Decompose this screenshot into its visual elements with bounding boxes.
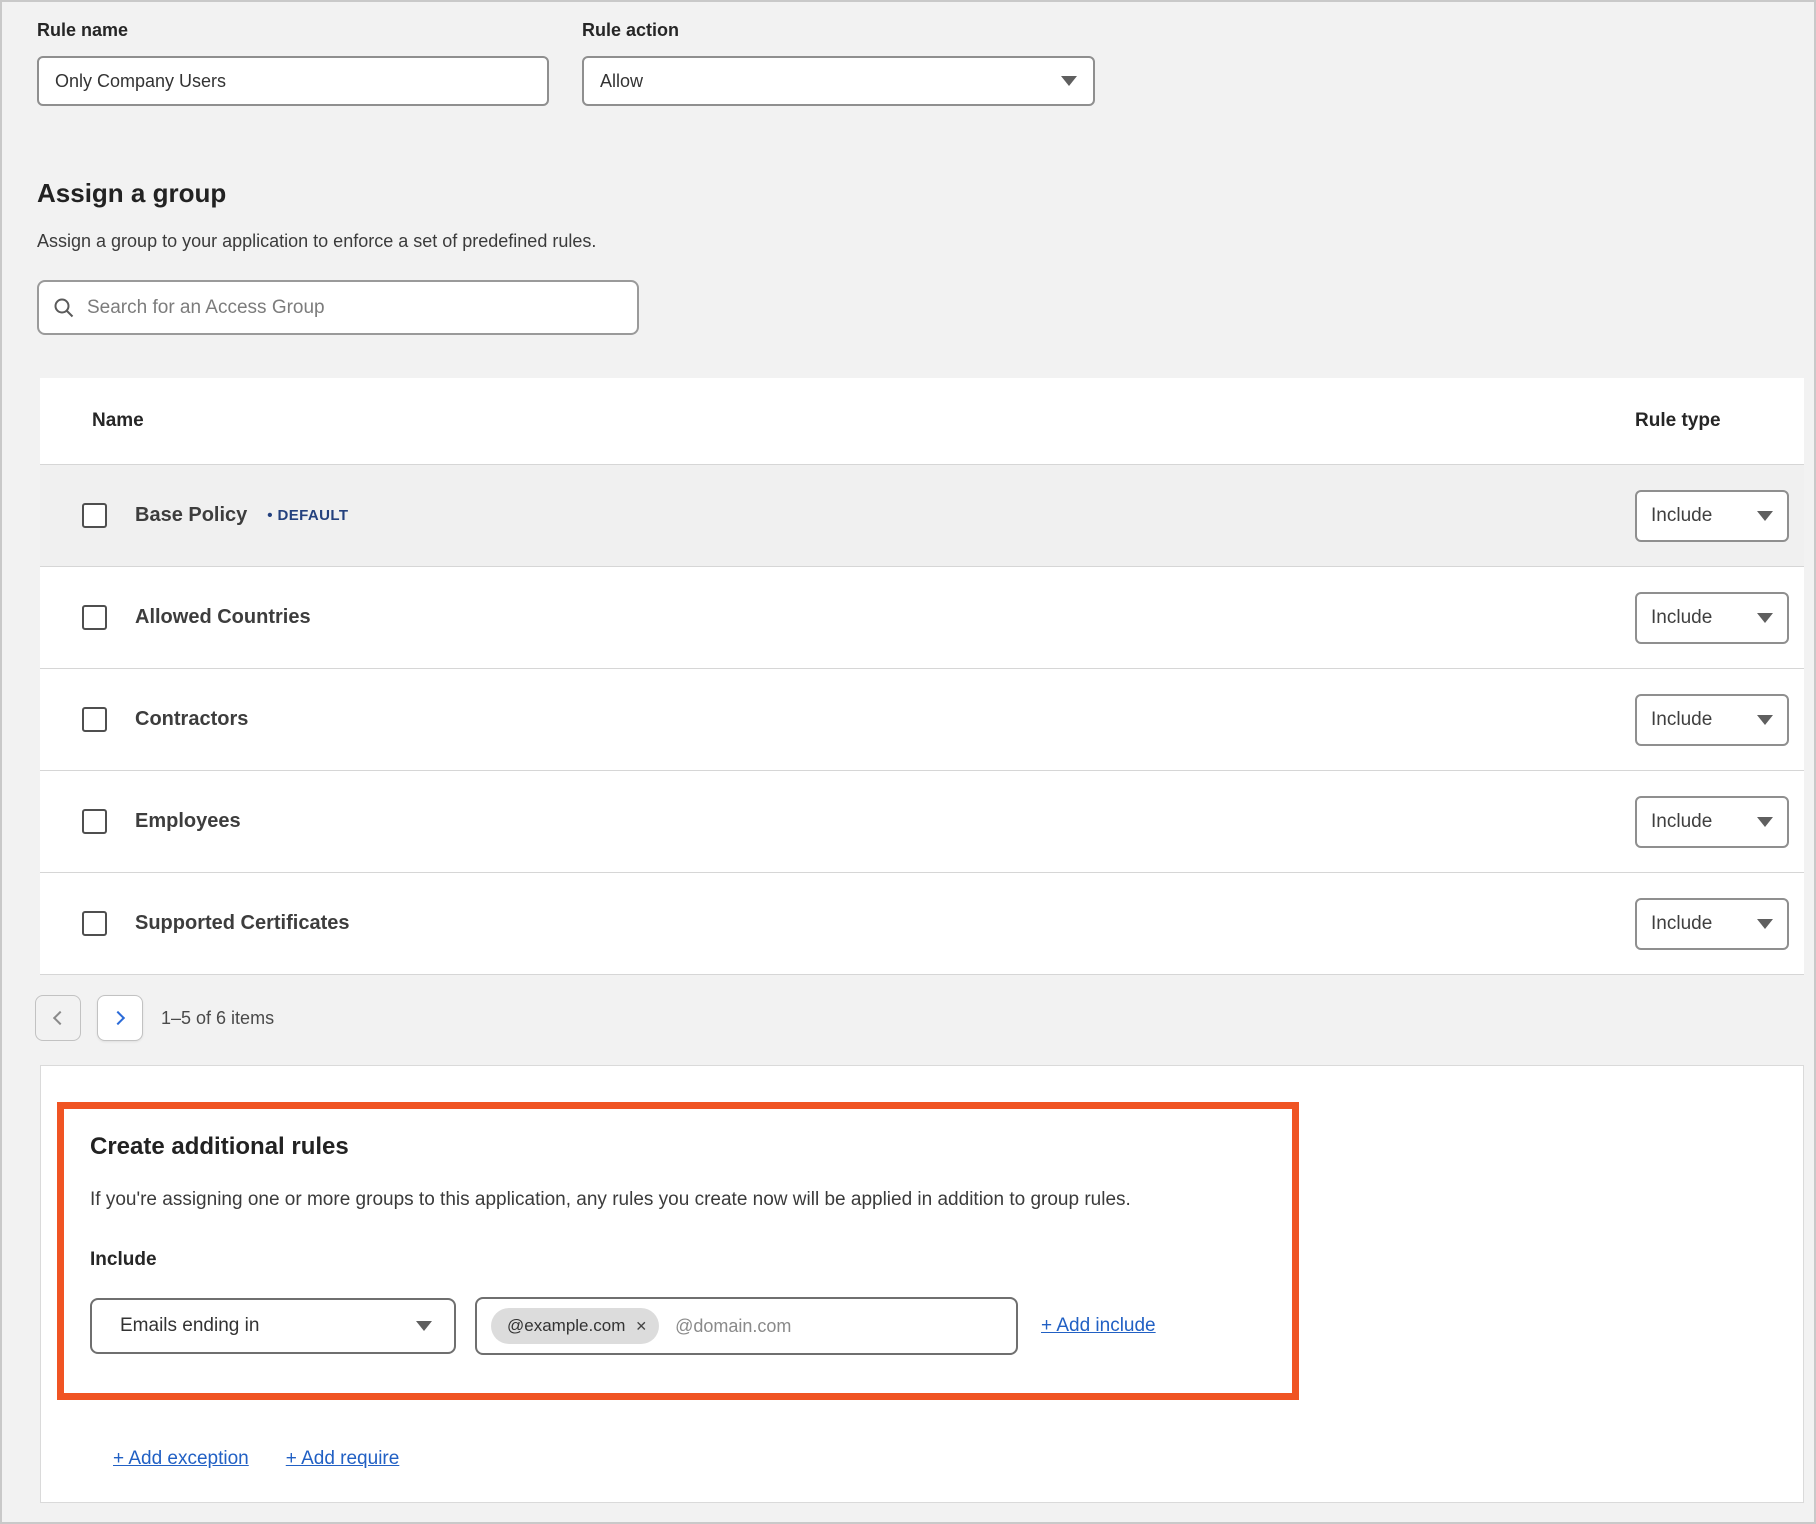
page: Rule name Rule action Allow Assign a gro… <box>2 2 1814 1503</box>
pagination-label: 1–5 of 6 items <box>161 1008 274 1029</box>
access-groups-table: Name Rule type Base Policy DEFAULT Inclu… <box>40 378 1804 975</box>
default-badge: DEFAULT <box>267 507 348 524</box>
chip-label: @example.com <box>507 1316 625 1336</box>
condition-value: Emails ending in <box>120 1315 259 1337</box>
chevron-down-icon <box>1757 715 1773 725</box>
rule-type-value: Include <box>1651 709 1712 731</box>
assign-group-title: Assign a group <box>37 178 1814 209</box>
rule-type-dropdown[interactable]: Include <box>1635 898 1789 950</box>
rule-type-value: Include <box>1651 505 1712 527</box>
rule-form-row: Rule name Rule action Allow <box>37 20 1814 106</box>
table-bottom-border <box>40 974 1804 975</box>
chevron-right-icon <box>111 1011 125 1025</box>
add-include-link[interactable]: + Add include <box>1041 1315 1156 1337</box>
group-name: Employees <box>135 810 241 833</box>
rule-action-value: Allow <box>600 71 643 92</box>
rule-type-dropdown[interactable]: Include <box>1635 490 1789 542</box>
additional-rules-title: Create additional rules <box>90 1133 1262 1161</box>
chevron-down-icon <box>1757 817 1773 827</box>
rule-type-dropdown[interactable]: Include <box>1635 694 1789 746</box>
row-name-cell: Allowed Countries <box>82 605 1635 630</box>
email-domain-tag-input[interactable]: @example.com ✕ <box>475 1297 1018 1355</box>
column-header-rule-type: Rule type <box>1635 410 1789 432</box>
rule-type-dropdown[interactable]: Include <box>1635 592 1789 644</box>
group-name: Allowed Countries <box>135 606 311 629</box>
rule-type-value: Include <box>1651 913 1712 935</box>
pagination: 1–5 of 6 items <box>35 995 1814 1041</box>
rule-name-input[interactable] <box>37 56 549 106</box>
footer-links: + Add exception + Add require <box>113 1448 1803 1470</box>
email-domain-chip: @example.com ✕ <box>491 1308 659 1344</box>
rule-action-field: Rule action Allow <box>582 20 1095 106</box>
additional-rules-card: Create additional rules If you're assign… <box>40 1065 1804 1503</box>
chevron-down-icon <box>1757 613 1773 623</box>
chevron-left-icon <box>53 1011 67 1025</box>
group-name: Supported Certificates <box>135 912 349 935</box>
email-domain-input[interactable] <box>675 1316 1004 1337</box>
rule-name-field: Rule name <box>37 20 549 106</box>
add-exception-link[interactable]: + Add exception <box>113 1448 249 1470</box>
table-row: Employees Include <box>40 770 1804 872</box>
row-name-cell: Base Policy DEFAULT <box>82 503 1635 528</box>
group-name: Contractors <box>135 708 248 731</box>
access-group-search[interactable] <box>37 280 639 335</box>
row-checkbox[interactable] <box>82 707 107 732</box>
table-row: Base Policy DEFAULT Include <box>40 464 1804 566</box>
add-require-link[interactable]: + Add require <box>286 1448 400 1470</box>
chevron-down-icon <box>1757 511 1773 521</box>
table-header: Name Rule type <box>40 378 1804 464</box>
chevron-down-icon <box>1757 919 1773 929</box>
chevron-down-icon <box>416 1321 432 1331</box>
include-label: Include <box>90 1249 1262 1271</box>
row-checkbox[interactable] <box>82 503 107 528</box>
rule-action-label: Rule action <box>582 20 1095 41</box>
row-name-cell: Contractors <box>82 707 1635 732</box>
rule-name-label: Rule name <box>37 20 549 41</box>
search-input[interactable] <box>87 297 623 319</box>
rule-type-value: Include <box>1651 607 1712 629</box>
search-icon <box>53 297 75 319</box>
row-name-cell: Employees <box>82 809 1635 834</box>
rule-type-dropdown[interactable]: Include <box>1635 796 1789 848</box>
rule-action-select[interactable]: Allow <box>582 56 1095 106</box>
rule-type-value: Include <box>1651 811 1712 833</box>
next-page-button[interactable] <box>97 995 143 1041</box>
row-checkbox[interactable] <box>82 809 107 834</box>
assign-group-description: Assign a group to your application to en… <box>37 231 1814 252</box>
additional-rules-description: If you're assigning one or more groups t… <box>90 1189 1262 1211</box>
column-header-name: Name <box>92 410 1635 432</box>
previous-page-button[interactable] <box>35 995 81 1041</box>
table-row: Allowed Countries Include <box>40 566 1804 668</box>
include-rule-controls: Emails ending in @example.com ✕ + Add in… <box>90 1297 1262 1355</box>
group-name: Base Policy <box>135 504 247 527</box>
row-checkbox[interactable] <box>82 605 107 630</box>
highlight-annotation-box: Create additional rules If you're assign… <box>57 1102 1299 1400</box>
chevron-down-icon <box>1061 76 1077 86</box>
chip-remove-icon[interactable]: ✕ <box>635 1318 647 1335</box>
condition-select[interactable]: Emails ending in <box>90 1298 456 1354</box>
table-row: Contractors Include <box>40 668 1804 770</box>
table-row: Supported Certificates Include <box>40 872 1804 974</box>
row-checkbox[interactable] <box>82 911 107 936</box>
row-name-cell: Supported Certificates <box>82 911 1635 936</box>
